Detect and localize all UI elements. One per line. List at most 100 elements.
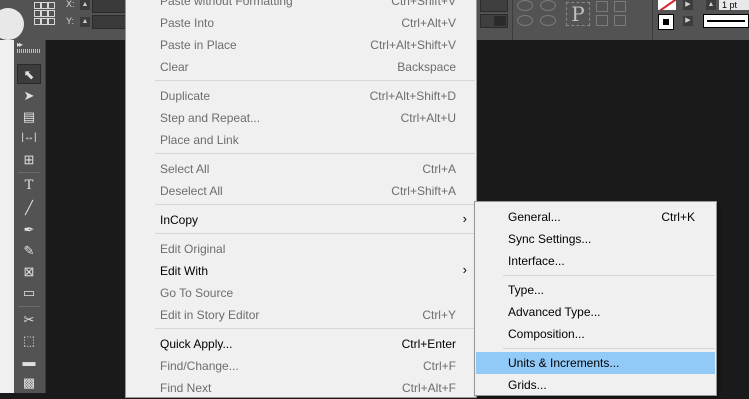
proxy-p-icon[interactable]: P bbox=[566, 2, 590, 26]
menu-item-shortcut: Ctrl+Alt+V bbox=[401, 16, 456, 30]
dropdown-arrow-icon[interactable] bbox=[494, 16, 506, 26]
menu-item-shortcut: Ctrl+Alt+Shift+V bbox=[370, 38, 456, 52]
menu-item-shortcut: Ctrl+Alt+Shift+D bbox=[369, 89, 456, 103]
fill-menu-arrow-icon[interactable]: ▶ bbox=[683, 0, 693, 10]
stroke-weight-stepper-icon[interactable]: ▲ bbox=[706, 0, 716, 10]
gap-tool-icon[interactable]: |↔| bbox=[17, 128, 41, 148]
y-stepper-icon[interactable]: ▲ bbox=[80, 17, 90, 27]
free-transform-tool-icon[interactable]: ⬚ bbox=[17, 331, 41, 351]
scissors-tool-icon[interactable]: ✂ bbox=[17, 310, 41, 330]
menu-item-shortcut: Ctrl+Shift+A bbox=[391, 184, 456, 198]
menu-item-incopy[interactable]: InCopy › bbox=[127, 209, 475, 231]
submenu-item-units-and-increments[interactable]: Units & Increments... bbox=[476, 352, 715, 374]
flip-icon[interactable] bbox=[517, 0, 533, 11]
select-previous-icon[interactable] bbox=[596, 15, 608, 26]
pencil-tool-icon[interactable]: ✎ bbox=[17, 241, 41, 261]
flip-vertical-icon[interactable] bbox=[540, 15, 556, 26]
menu-item-edit-with[interactable]: Edit With › bbox=[127, 260, 475, 282]
collapse-panel-icon[interactable]: ▸▸ bbox=[17, 40, 23, 49]
type-tool-icon[interactable]: T bbox=[17, 176, 41, 196]
gradient-swatch-tool-icon[interactable]: ▬ bbox=[17, 352, 41, 372]
direct-selection-tool-icon[interactable]: ➤ bbox=[17, 86, 41, 106]
stroke-menu-arrow-icon[interactable]: ▶ bbox=[683, 16, 693, 26]
menu-item-label: General... bbox=[508, 210, 561, 224]
menu-item-go-to-source[interactable]: Go To Source bbox=[127, 282, 475, 304]
page-tool-icon[interactable]: ▤ bbox=[17, 107, 41, 127]
line-tool-icon[interactable]: ╱ bbox=[17, 198, 41, 218]
tools-divider bbox=[18, 172, 40, 173]
menu-item-duplicate[interactable]: Duplicate Ctrl+Alt+Shift+D bbox=[127, 85, 475, 107]
rotate-icon[interactable] bbox=[540, 0, 556, 11]
menu-item-shortcut: Ctrl+Shift+V bbox=[391, 0, 456, 8]
menu-item-find-change[interactable]: Find/Change... Ctrl+F bbox=[127, 355, 475, 377]
submenu-item-advanced-type[interactable]: Advanced Type... bbox=[476, 301, 715, 323]
menu-item-edit-in-story-editor[interactable]: Edit in Story Editor Ctrl+Y bbox=[127, 304, 475, 326]
submenu-item-sync-settings[interactable]: Sync Settings... bbox=[476, 228, 715, 250]
menu-item-find-next[interactable]: Find Next Ctrl+Alt+F bbox=[127, 377, 475, 399]
menu-item-shortcut: Ctrl+Alt+U bbox=[400, 111, 456, 125]
menu-item-edit-original[interactable]: Edit Original bbox=[127, 238, 475, 260]
menu-separator bbox=[155, 204, 475, 205]
menu-item-shortcut: Ctrl+Enter bbox=[401, 337, 456, 351]
menu-item-shortcut: Ctrl+A bbox=[422, 162, 456, 176]
submenu-item-type[interactable]: Type... bbox=[476, 279, 715, 301]
menu-item-label: Edit in Story Editor bbox=[160, 308, 260, 322]
submenu-item-interface[interactable]: Interface... bbox=[476, 250, 715, 272]
menu-separator bbox=[503, 348, 715, 349]
fill-none-icon[interactable] bbox=[658, 0, 676, 10]
submenu-arrow-icon: › bbox=[462, 262, 467, 277]
menu-item-label: Type... bbox=[508, 283, 545, 297]
reference-point-icon[interactable] bbox=[34, 2, 56, 25]
stroke-type-dropdown[interactable] bbox=[703, 14, 749, 28]
rectangle-frame-tool-icon[interactable]: ⊠ bbox=[17, 262, 41, 282]
menu-item-paste-without-formatting[interactable]: Paste without Formatting Ctrl+Shift+V bbox=[127, 0, 475, 12]
stroke-weight-field[interactable]: 1 pt bbox=[719, 0, 749, 10]
menu-item-label: Grids... bbox=[508, 378, 547, 392]
edit-menu: Paste without Formatting Ctrl+Shift+V Pa… bbox=[125, 0, 477, 398]
menu-separator bbox=[155, 233, 475, 234]
menu-item-shortcut: Ctrl+F bbox=[423, 359, 456, 373]
select-container-icon[interactable] bbox=[596, 1, 608, 12]
menu-item-deselect-all[interactable]: Deselect All Ctrl+Shift+A bbox=[127, 180, 475, 202]
menu-item-label: Duplicate bbox=[160, 89, 211, 103]
menu-item-label: Deselect All bbox=[160, 184, 223, 198]
menu-item-label: Composition... bbox=[508, 327, 585, 341]
menu-item-paste-into[interactable]: Paste Into Ctrl+Alt+V bbox=[127, 12, 475, 34]
menu-item-place-and-link[interactable]: Place and Link bbox=[127, 129, 475, 151]
menu-separator bbox=[503, 275, 715, 276]
content-collector-tool-icon[interactable]: ⊞ bbox=[17, 150, 41, 170]
left-edge bbox=[0, 40, 14, 393]
menu-item-label: Sync Settings... bbox=[508, 232, 592, 246]
flip-horizontal-icon[interactable] bbox=[517, 15, 533, 26]
tools-panel: ▸▸ ⬉ ➤ ▤ |↔| ⊞ T ╱ ✒ ✎ ⊠ ▭ ✂ ⬚ ▬ ▩ bbox=[14, 40, 46, 393]
menu-item-shortcut: Ctrl+Y bbox=[422, 308, 456, 322]
menu-item-paste-in-place[interactable]: Paste in Place Ctrl+Alt+Shift+V bbox=[127, 34, 475, 56]
menu-item-shortcut: Ctrl+K bbox=[661, 210, 695, 224]
stroke-swatch-icon[interactable] bbox=[658, 14, 674, 30]
submenu-item-general[interactable]: General... Ctrl+K bbox=[476, 206, 715, 228]
gradient-feather-tool-icon[interactable]: ▩ bbox=[17, 373, 41, 393]
menu-item-label: Select All bbox=[160, 162, 210, 176]
menu-item-label: Place and Link bbox=[160, 133, 239, 147]
menu-item-label: Paste Into bbox=[160, 16, 215, 30]
select-content-icon[interactable] bbox=[614, 1, 626, 12]
menu-item-step-and-repeat[interactable]: Step and Repeat... Ctrl+Alt+U bbox=[127, 107, 475, 129]
menu-item-clear[interactable]: Clear Backspace bbox=[127, 56, 475, 78]
pen-tool-icon[interactable]: ✒ bbox=[17, 220, 41, 240]
divider bbox=[652, 0, 653, 40]
menu-item-select-all[interactable]: Select All Ctrl+A bbox=[127, 158, 475, 180]
menu-item-label: Clear bbox=[160, 60, 189, 74]
x-stepper-icon[interactable]: ▲ bbox=[80, 0, 90, 10]
menu-item-label: Units & Increments... bbox=[508, 356, 620, 370]
workspace-edge bbox=[0, 8, 24, 40]
panel-grip[interactable] bbox=[17, 49, 41, 53]
rectangle-tool-icon[interactable]: ▭ bbox=[17, 283, 41, 303]
submenu-item-composition[interactable]: Composition... bbox=[476, 323, 715, 345]
preferences-submenu: General... Ctrl+K Sync Settings... Inter… bbox=[474, 201, 717, 396]
field-a[interactable] bbox=[480, 0, 508, 12]
selection-tool-icon[interactable]: ⬉ bbox=[17, 64, 41, 84]
select-next-icon[interactable] bbox=[614, 15, 626, 26]
menu-item-label: Find/Change... bbox=[160, 359, 239, 373]
menu-item-label: Edit With bbox=[160, 264, 209, 278]
menu-item-quick-apply[interactable]: Quick Apply... Ctrl+Enter bbox=[127, 333, 475, 355]
